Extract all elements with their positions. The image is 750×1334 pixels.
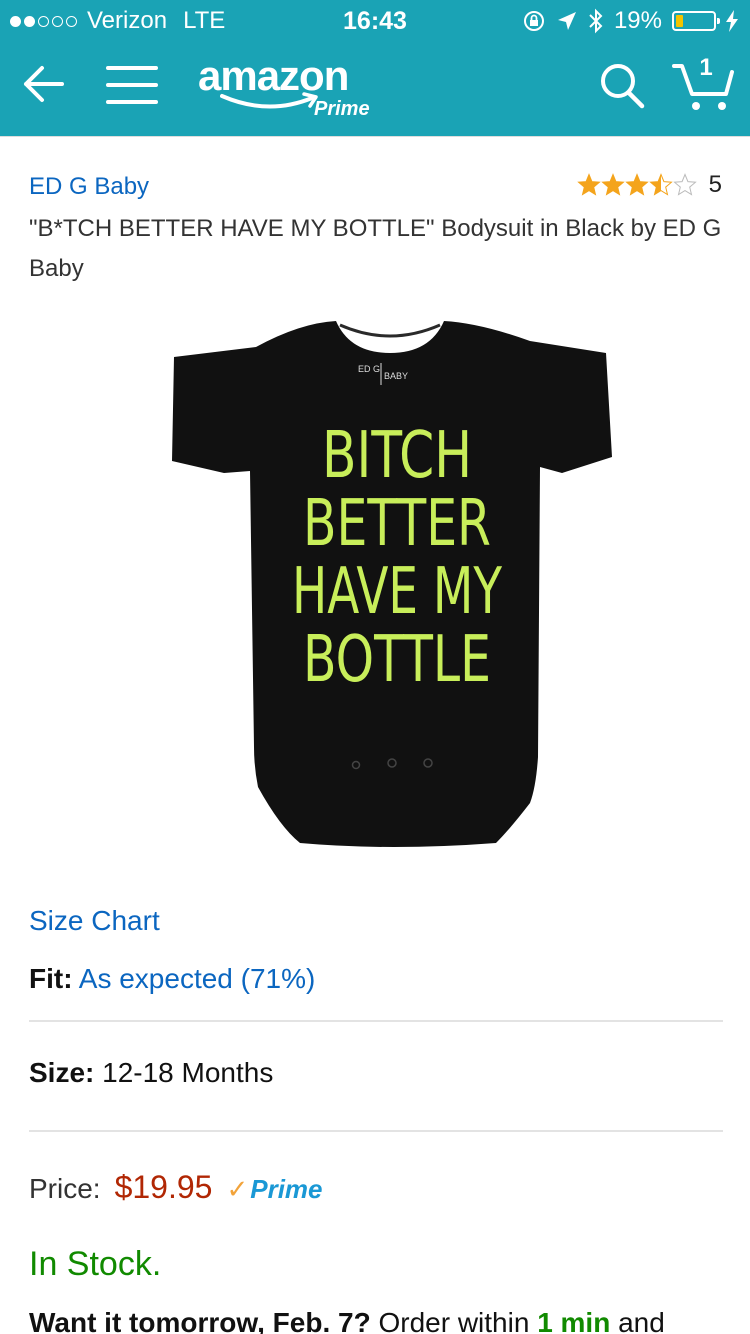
star-icon [624, 173, 649, 196]
garment-print: BITCHBETTERHAVE MYBOTTLE [292, 419, 503, 697]
logo-prime: Prime [314, 98, 370, 120]
price-row: Price: $19.95 ✓ Prime [29, 1169, 323, 1206]
size-label: Size: [29, 1057, 95, 1088]
divider [29, 1130, 723, 1132]
rotation-lock-icon [523, 11, 544, 31]
brand-link[interactable]: ED G Baby [29, 173, 149, 201]
price-label: Price: [29, 1173, 101, 1204]
delivery-lead: Want it tomorrow, Feb. 7? [29, 1307, 371, 1334]
divider [29, 1020, 723, 1022]
delivery-mid: Order within [370, 1307, 538, 1334]
product-detail: ED G Baby 5 "B*TCH BETTER HAVE MY BOTTLE… [0, 136, 750, 1334]
prime-badge: ✓ Prime [226, 1174, 322, 1205]
rating-summary[interactable]: 5 [576, 171, 722, 199]
prime-check-icon: ✓ [226, 1174, 249, 1204]
hamburger-menu-icon[interactable] [106, 60, 158, 110]
rating-count: 5 [708, 171, 722, 198]
back-arrow-icon[interactable] [18, 58, 70, 110]
star-icon [576, 173, 601, 196]
price-value: $19.95 [114, 1169, 213, 1205]
amazon-prime-logo[interactable]: amazon Prime [198, 52, 388, 122]
cart-button[interactable]: 1 [672, 54, 736, 112]
delivery-message: Want it tomorrow, Feb. 7? Order within 1… [29, 1307, 665, 1334]
garment-print-line: BITCH [322, 419, 472, 493]
garment-print-line: BOTTLE [303, 623, 491, 697]
prime-badge-label: Prime [250, 1174, 323, 1204]
fit-info: Fit: As expected (71%) [29, 963, 315, 995]
battery-percent: 19% [613, 7, 662, 34]
status-bar: Verizon LTE 16:43 19% [0, 0, 750, 40]
garment-label-left: ED G [358, 364, 380, 374]
delivery-countdown: 1 min [537, 1307, 611, 1334]
fit-label: Fit: [29, 963, 73, 994]
navigation-bar: amazon Prime 1 [0, 40, 750, 136]
delivery-tail: and [610, 1307, 665, 1334]
star-icon [600, 173, 625, 196]
product-image[interactable]: ED G BABY BITCHBETTERHAVE MYBOTTLE [160, 317, 620, 857]
garment-label-right: BABY [384, 371, 408, 381]
size-value: 12-18 Months [102, 1057, 274, 1088]
size-chart-link[interactable]: Size Chart [29, 905, 160, 937]
garment-print-line: BETTER [303, 487, 491, 561]
fit-value-link[interactable]: As expected (71%) [79, 963, 316, 994]
app-header: Verizon LTE 16:43 19% amazon Prime 1 [0, 0, 750, 136]
bluetooth-icon [589, 8, 603, 34]
garment-print-line: HAVE MY [292, 555, 503, 629]
charging-bolt-icon [726, 10, 738, 32]
location-arrow-icon [557, 12, 576, 30]
size-selector[interactable]: Size: 12-18 Months [29, 1057, 273, 1089]
star-rating [576, 173, 697, 197]
star-icon [672, 173, 697, 196]
battery-icon [672, 11, 720, 31]
search-icon[interactable] [598, 60, 646, 110]
cart-count-badge: 1 [699, 54, 713, 81]
product-title: "B*TCH BETTER HAVE MY BOTTLE" Bodysuit i… [29, 215, 722, 282]
star-icon [648, 173, 673, 196]
stock-status: In Stock. [29, 1245, 162, 1283]
smile-arrow-icon [220, 92, 318, 109]
